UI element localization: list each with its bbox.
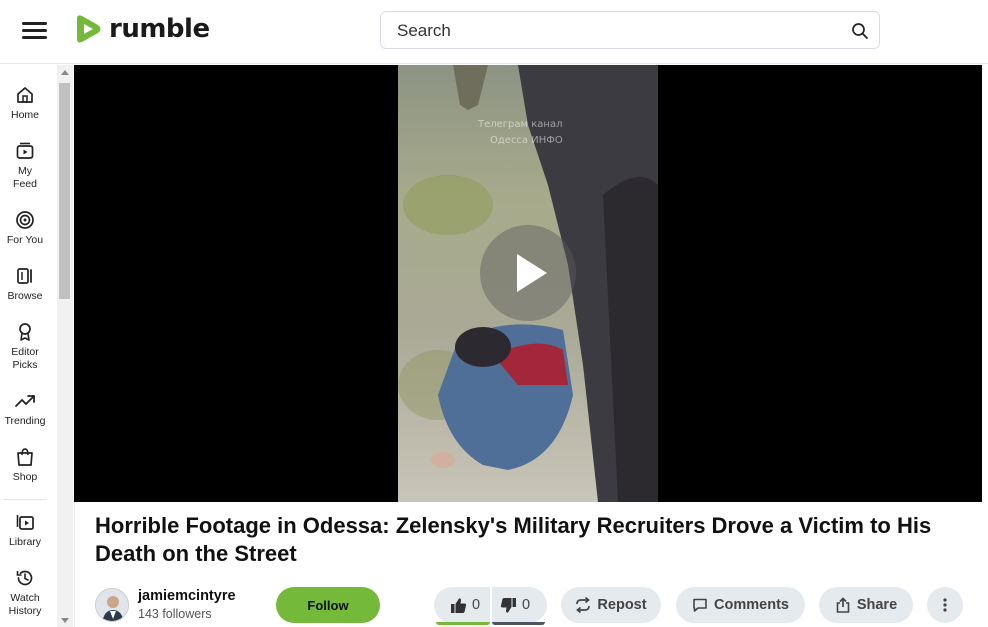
library-icon [16,515,34,530]
sidebar-item-watch-history[interactable]: Watch History [0,568,50,618]
watermark-text: Телеграм канал [477,119,562,130]
browse-icon [17,268,32,284]
follow-button[interactable]: Follow [276,587,380,623]
more-options-button[interactable] [927,587,963,623]
thumbs-up-icon [451,597,467,613]
share-label: Share [856,597,898,613]
thumbs-down-icon [500,597,516,613]
search-icon[interactable] [851,22,869,40]
like-button[interactable]: 0 [434,587,490,623]
home-icon [17,87,33,103]
repost-button[interactable]: Repost [561,587,661,623]
more-vertical-icon [943,598,947,612]
logo-text: rumble [109,14,210,44]
follower-count: 143 followers [138,607,212,621]
award-icon [19,323,31,341]
like-ratio-bar [436,622,490,625]
scrollbar-thumb[interactable] [59,83,70,299]
sidebar-item-label: Editor Picks [11,346,39,371]
sidebar-nav: Home My Feed For You Browse Editor Picks… [0,65,57,627]
video-title: Horrible Footage in Odessa: Zelensky's M… [95,513,932,566]
sidebar-item-browse[interactable]: Browse [0,266,50,303]
sidebar-item-label: Watch History [8,592,42,617]
share-icon [836,597,850,613]
video-details: Horrible Footage in Odessa: Zelensky's M… [74,502,982,627]
sidebar-item-label: Home [10,109,39,121]
rumble-play-logo-icon [77,15,101,43]
video-player[interactable]: Телеграм канал Одесса ИНФО [74,65,982,502]
sidebar-item-shop[interactable]: Shop [0,447,50,484]
share-button[interactable]: Share [819,587,913,623]
comments-button[interactable]: Comments [676,587,805,623]
search-bar [380,11,880,49]
sidebar-item-label: For You [6,234,44,246]
sidebar-item-label: Trending [4,415,46,427]
trending-icon [15,395,35,407]
shopping-bag-icon [17,448,33,466]
dislike-ratio-bar [492,622,545,625]
top-header: rumble [0,0,988,64]
watermark-text: Одесса ИНФО [490,135,563,146]
target-icon [16,211,34,229]
scroll-up-arrow-icon[interactable] [61,70,69,75]
feed-icon [16,142,34,159]
sidebar-item-label: My Feed [13,165,37,190]
sidebar-item-label: Library [8,536,42,548]
dislike-button[interactable]: 0 [492,587,547,623]
comment-icon [693,598,707,612]
repost-label: Repost [597,597,647,613]
like-count: 0 [472,597,481,613]
sidebar-scrollbar[interactable] [57,65,73,627]
scroll-down-arrow-icon[interactable] [61,618,69,623]
avatar-image [96,589,128,621]
sidebar-item-editor-picks[interactable]: Editor Picks [0,322,50,372]
channel-avatar[interactable] [95,588,129,622]
sidebar-item-label: Browse [7,290,43,302]
channel-name[interactable]: jamiemcintyre [138,588,236,604]
sidebar-item-my-feed[interactable]: My Feed [0,141,50,191]
comments-label: Comments [714,597,789,613]
sidebar-item-trending[interactable]: Trending [0,391,50,428]
sidebar-item-for-you[interactable]: For You [0,210,50,247]
sidebar-item-label: Shop [12,471,38,483]
repost-icon [576,597,591,613]
sidebar-item-library[interactable]: Library [0,512,50,549]
sidebar-divider [4,499,47,500]
play-button[interactable] [480,225,576,321]
history-icon [16,570,33,586]
sidebar-item-home[interactable]: Home [0,85,50,122]
rumble-logo[interactable]: rumble [73,13,210,45]
dislike-count: 0 [522,597,531,613]
hamburger-menu-icon[interactable] [22,20,47,40]
search-input[interactable] [397,20,837,42]
